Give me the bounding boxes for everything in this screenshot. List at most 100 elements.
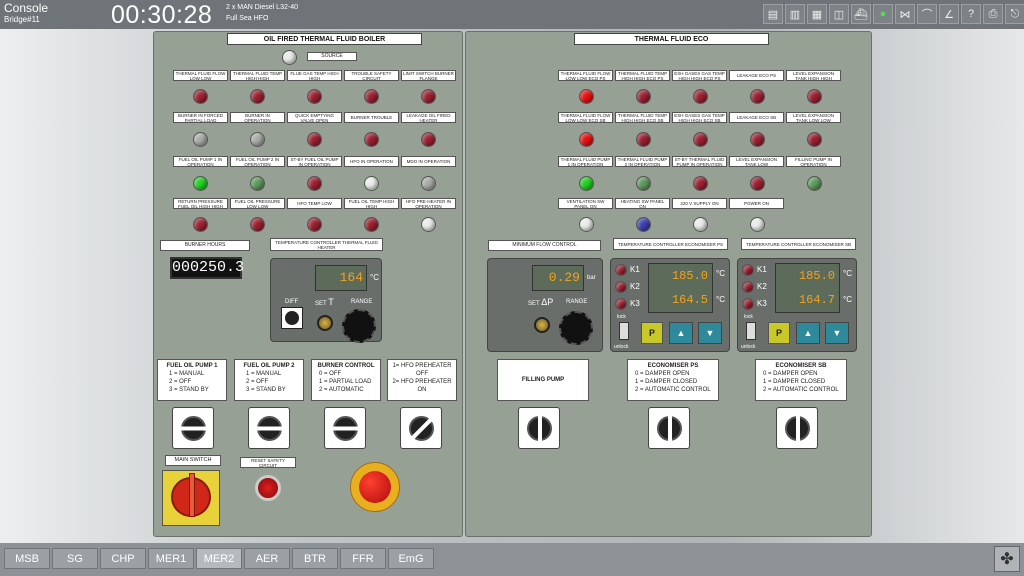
economiser-ps-selector[interactable] bbox=[648, 407, 690, 449]
fuel-oil-pump-1-selector[interactable] bbox=[172, 407, 214, 449]
lock-toggle[interactable] bbox=[746, 322, 756, 340]
economiser-ps-controller: K1 K2 K3 185.0 164.5 °C °C lock unlock P … bbox=[610, 258, 730, 352]
up-button[interactable]: ▲ bbox=[669, 322, 693, 344]
main-switch[interactable] bbox=[162, 470, 220, 526]
down-button[interactable]: ▼ bbox=[698, 322, 722, 344]
alarm-label: LIMIT SWITCH BURNER FLANGE bbox=[401, 70, 456, 81]
console-id: Bridge#11 bbox=[4, 15, 40, 24]
burner-control-selector[interactable] bbox=[324, 407, 366, 449]
alarm-lamp bbox=[306, 216, 322, 232]
help-icon[interactable]: ? bbox=[961, 4, 981, 24]
alarm-label: FLUE GAS TEMP HIGH HIGH bbox=[287, 70, 342, 81]
fuel-oil-pump-1-legend: FUEL OIL PUMP 11 = MANUAL 2 = OFF 3 = STAN… bbox=[157, 359, 227, 401]
emergency-stop-button[interactable] bbox=[350, 462, 400, 512]
alarm-label: LEAKAGE ECO PS bbox=[729, 70, 784, 81]
p-button[interactable]: P bbox=[768, 322, 790, 344]
filling-pump-selector[interactable] bbox=[518, 407, 560, 449]
diff-label: DIFF bbox=[285, 299, 299, 305]
document-icon[interactable]: ▥ bbox=[785, 4, 805, 24]
alarm-lamp bbox=[306, 131, 322, 147]
alarm-lamp bbox=[363, 216, 379, 232]
hfo-preheater-selector[interactable] bbox=[400, 407, 442, 449]
lock-toggle[interactable] bbox=[619, 322, 629, 340]
status-label: POWER ON bbox=[729, 198, 784, 209]
alarm-list-icon[interactable]: ▤ bbox=[763, 4, 783, 24]
status-label: FUEL OIL PUMP 2 IN OPERATION bbox=[230, 156, 285, 167]
save-icon[interactable]: ▦ bbox=[807, 4, 827, 24]
power-icon[interactable]: ● bbox=[873, 4, 893, 24]
tab-emg[interactable]: EmG bbox=[388, 548, 434, 569]
range-knob[interactable] bbox=[342, 309, 376, 343]
p-button[interactable]: P bbox=[641, 322, 663, 344]
status-label: 220 V SUPPLY ON bbox=[672, 198, 727, 209]
app-title: Console bbox=[4, 1, 49, 15]
alarm-label: LEVEL EXPANSION TANK LOW LOW bbox=[786, 112, 841, 123]
alarm-label: EXH GASES GAS TEMP HIGH HIGH ECO PS bbox=[672, 70, 727, 81]
tab-sg[interactable]: SG bbox=[52, 548, 98, 569]
filling-pump-legend: FILLING PUMP bbox=[497, 359, 589, 401]
k2-label: K2 bbox=[630, 282, 640, 291]
print-icon[interactable]: ⎙ bbox=[983, 4, 1003, 24]
alarm-label: THERMAL FLUID TEMP HIGH HIGH ECO SB bbox=[615, 112, 670, 123]
right-panel-title: THERMAL FLUID ECO bbox=[574, 33, 769, 45]
reset-safety-button[interactable] bbox=[255, 475, 281, 501]
fan-icon[interactable]: ✤ bbox=[994, 546, 1020, 572]
alarm-lamp bbox=[420, 88, 436, 104]
alarm-label: THERMAL FLUID TEMP HIGH HIGH bbox=[230, 70, 285, 81]
tab-aer[interactable]: AER bbox=[244, 548, 290, 569]
burner-control-legend: BURNER CONTROL 0 = OFF 1 = PARTIAL LOAD 2 =… bbox=[311, 359, 381, 401]
chart-icon[interactable]: ∠ bbox=[939, 4, 959, 24]
valve-icon[interactable]: ⋈ bbox=[895, 4, 915, 24]
status-lamp bbox=[635, 216, 651, 232]
status-lamp bbox=[192, 131, 208, 147]
status-lamp bbox=[749, 216, 765, 232]
economiser-sb-selector[interactable] bbox=[776, 407, 818, 449]
alarm-lamp bbox=[806, 131, 822, 147]
status-label: ST-BY THERMAL FLUID PUMP IN OPERATION bbox=[672, 156, 727, 167]
k3-lamp bbox=[614, 297, 627, 310]
sb-unit-2: °C bbox=[843, 295, 852, 304]
fuel-oil-pump-2-legend: FUEL OIL PUMP 21 = MANUAL 2 = OFF 3 = STAN… bbox=[234, 359, 304, 401]
tab-btr[interactable]: BTR bbox=[292, 548, 338, 569]
set-temp-button[interactable] bbox=[317, 315, 333, 331]
alarm-lamp bbox=[192, 216, 208, 232]
reset-safety-label: RESET SAFETY CIRCUIT bbox=[240, 457, 296, 468]
min-flow-label: MINIMUM FLOW CONTROL bbox=[488, 240, 601, 251]
alarm-lamp bbox=[363, 88, 379, 104]
k2-lamp bbox=[614, 280, 627, 293]
camera-icon[interactable]: ◫ bbox=[829, 4, 849, 24]
status-lamp bbox=[420, 216, 436, 232]
exit-icon[interactable]: ⎋ bbox=[1005, 4, 1024, 24]
thermal-fluid-eco-panel: THERMAL FLUID ECO THERMAL FLUID FLOW LOW… bbox=[465, 31, 872, 537]
engine-label: 2 x MAN Diesel L32-40 bbox=[226, 4, 298, 11]
set-dp-button[interactable] bbox=[534, 317, 550, 333]
status-label: VENTILATION SW PANEL ON bbox=[558, 198, 613, 209]
tab-ffr[interactable]: FFR bbox=[340, 548, 386, 569]
burner-hours-counter: 000250.3 bbox=[170, 257, 244, 279]
alarm-lamp bbox=[692, 88, 708, 104]
k3-label: K3 bbox=[630, 299, 640, 308]
tab-msb[interactable]: MSB bbox=[4, 548, 50, 569]
range-label: RANGE bbox=[351, 299, 373, 305]
alarm-label: FUEL OIL PRESSURE LOW LOW bbox=[230, 198, 285, 209]
down-button[interactable]: ▼ bbox=[825, 322, 849, 344]
fuel-oil-pump-2-selector[interactable] bbox=[248, 407, 290, 449]
trend-icon[interactable]: ⌒ bbox=[917, 4, 937, 24]
dp-unit: bar bbox=[587, 275, 596, 281]
alarm-lamp bbox=[249, 88, 265, 104]
ship-icon[interactable]: ⛴ bbox=[851, 4, 871, 24]
tab-mer2[interactable]: MER2 bbox=[196, 548, 242, 569]
alarm-label: HFO TEMP LOW bbox=[287, 198, 342, 209]
up-button[interactable]: ▲ bbox=[796, 322, 820, 344]
alarm-label: THERMAL FLUID FLOW LOW LOW ECO PS bbox=[558, 70, 613, 81]
ps-unit-1: °C bbox=[716, 269, 725, 278]
tab-mer1[interactable]: MER1 bbox=[148, 548, 194, 569]
diff-dial[interactable] bbox=[281, 307, 303, 329]
alarm-label: BURNER TROUBLE bbox=[344, 112, 399, 123]
temp-controller-label: TEMPERATURE CONTROLLER THERMAL FLUID HEA… bbox=[270, 238, 383, 251]
left-panel-title: OIL FIRED THERMAL FLUID BOILER bbox=[227, 33, 422, 45]
tab-chp[interactable]: CHP bbox=[100, 548, 146, 569]
dp-range-knob[interactable] bbox=[559, 311, 593, 345]
status-lamp bbox=[635, 175, 651, 191]
status-label: FILLING PUMP IN OPERATION bbox=[786, 156, 841, 167]
